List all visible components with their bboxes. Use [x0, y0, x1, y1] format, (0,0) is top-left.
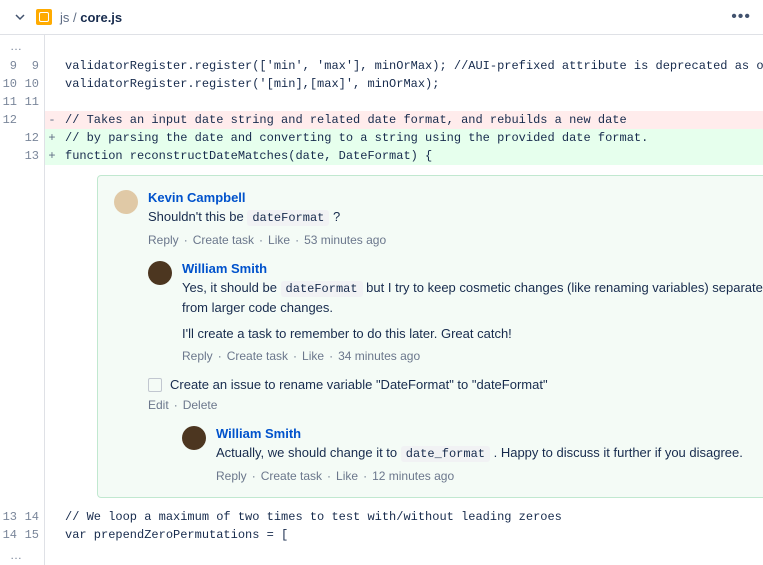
comment-reply-nested: William Smith Actually, we should change… — [182, 426, 763, 483]
create-task-action[interactable]: Create task — [193, 233, 254, 247]
comment-reply: William Smith Yes, it should be dateForm… — [148, 261, 763, 363]
edit-action[interactable]: Edit — [148, 398, 169, 412]
comment-text: Yes, it should be dateFormat but I try t… — [182, 278, 763, 318]
code-area: validatorRegister.register(['min', 'max'… — [45, 35, 763, 508]
create-task-action[interactable]: Create task — [261, 469, 322, 483]
reply-action[interactable]: Reply — [216, 469, 247, 483]
code-line[interactable]: var prependZeroPermutations = [ — [45, 526, 763, 544]
avatar[interactable] — [182, 426, 206, 450]
gutter-row: 13 — [0, 147, 44, 165]
spacer — [45, 35, 763, 57]
like-action[interactable]: Like — [268, 233, 290, 247]
collapsed-indicator[interactable]: … — [0, 544, 44, 565]
create-task-action[interactable]: Create task — [227, 349, 288, 363]
comment-timestamp: 53 minutes ago — [304, 233, 386, 247]
reply-action[interactable]: Reply — [182, 349, 213, 363]
comment-root: Kevin Campbell Shouldn't this be dateFor… — [114, 190, 763, 247]
code-line[interactable] — [45, 93, 763, 111]
gutter-row: 99 — [0, 57, 44, 75]
code-line[interactable]: -// Takes an input date string and relat… — [45, 111, 763, 129]
diff-container: … 9910101111121213 validatorRegister.reg… — [0, 35, 763, 508]
comment-timestamp: 12 minutes ago — [372, 469, 454, 483]
comment-thread: Kevin Campbell Shouldn't this be dateFor… — [97, 175, 763, 498]
comment-author[interactable]: William Smith — [216, 426, 763, 441]
code-line[interactable]: +// by parsing the date and converting t… — [45, 129, 763, 147]
line-gutter: 13141415 … — [0, 508, 45, 565]
task-item: Create an issue to rename variable "Date… — [148, 377, 763, 392]
comment-timestamp: 34 minutes ago — [338, 349, 420, 363]
like-action[interactable]: Like — [302, 349, 324, 363]
comment-actions: Reply·Create task·Like·34 minutes ago — [182, 349, 763, 363]
reply-action[interactable]: Reply — [148, 233, 179, 247]
comment-text: I'll create a task to remember to do thi… — [182, 324, 763, 344]
gutter-row: 1010 — [0, 75, 44, 93]
gutter-row: 1111 — [0, 93, 44, 111]
code-chip: dateFormat — [281, 281, 363, 297]
code-line[interactable]: // We loop a maximum of two times to tes… — [45, 508, 763, 526]
code-line[interactable]: +function reconstructDateMatches(date, D… — [45, 147, 763, 165]
file-header: js / core.js ••• — [0, 0, 763, 35]
comment-author[interactable]: William Smith — [182, 261, 763, 276]
collapse-chevron-icon[interactable] — [12, 9, 28, 25]
line-gutter: … 9910101111121213 — [0, 35, 45, 508]
collapsed-indicator[interactable]: … — [0, 35, 44, 57]
comment-author[interactable]: Kevin Campbell — [148, 190, 763, 205]
header-left: js / core.js — [12, 9, 122, 25]
code-line[interactable]: validatorRegister.register(['min', 'max'… — [45, 57, 763, 75]
avatar[interactable] — [148, 261, 172, 285]
code-chip: dateFormat — [247, 210, 329, 226]
avatar[interactable] — [114, 190, 138, 214]
breadcrumb[interactable]: js / core.js — [60, 10, 122, 25]
code-line[interactable]: validatorRegister.register('[min],[max]'… — [45, 75, 763, 93]
gutter-row: 12 — [0, 129, 44, 147]
code-chip: date_format — [401, 446, 490, 462]
diff-bottom: 13141415 … // We loop a maximum of two t… — [0, 508, 763, 565]
more-menu-icon[interactable]: ••• — [731, 8, 751, 26]
file-type-icon — [36, 9, 52, 25]
task-label: Create an issue to rename variable "Date… — [170, 377, 548, 392]
comment-actions: Reply·Create task·Like·53 minutes ago — [148, 233, 763, 247]
gutter-row: 12 — [0, 111, 44, 129]
task-checkbox[interactable] — [148, 378, 162, 392]
comment-text: Actually, we should change it to date_fo… — [216, 443, 763, 463]
comment-text: Shouldn't this be dateFormat ? — [148, 207, 763, 227]
gutter-row: 1415 — [0, 526, 44, 544]
like-action[interactable]: Like — [336, 469, 358, 483]
delete-action[interactable]: Delete — [183, 398, 218, 412]
comment-actions: Reply·Create task·Like·12 minutes ago — [216, 469, 763, 483]
gutter-row: 1314 — [0, 508, 44, 526]
code-area: // We loop a maximum of two times to tes… — [45, 508, 763, 565]
task-actions: Edit·Delete — [148, 398, 763, 412]
